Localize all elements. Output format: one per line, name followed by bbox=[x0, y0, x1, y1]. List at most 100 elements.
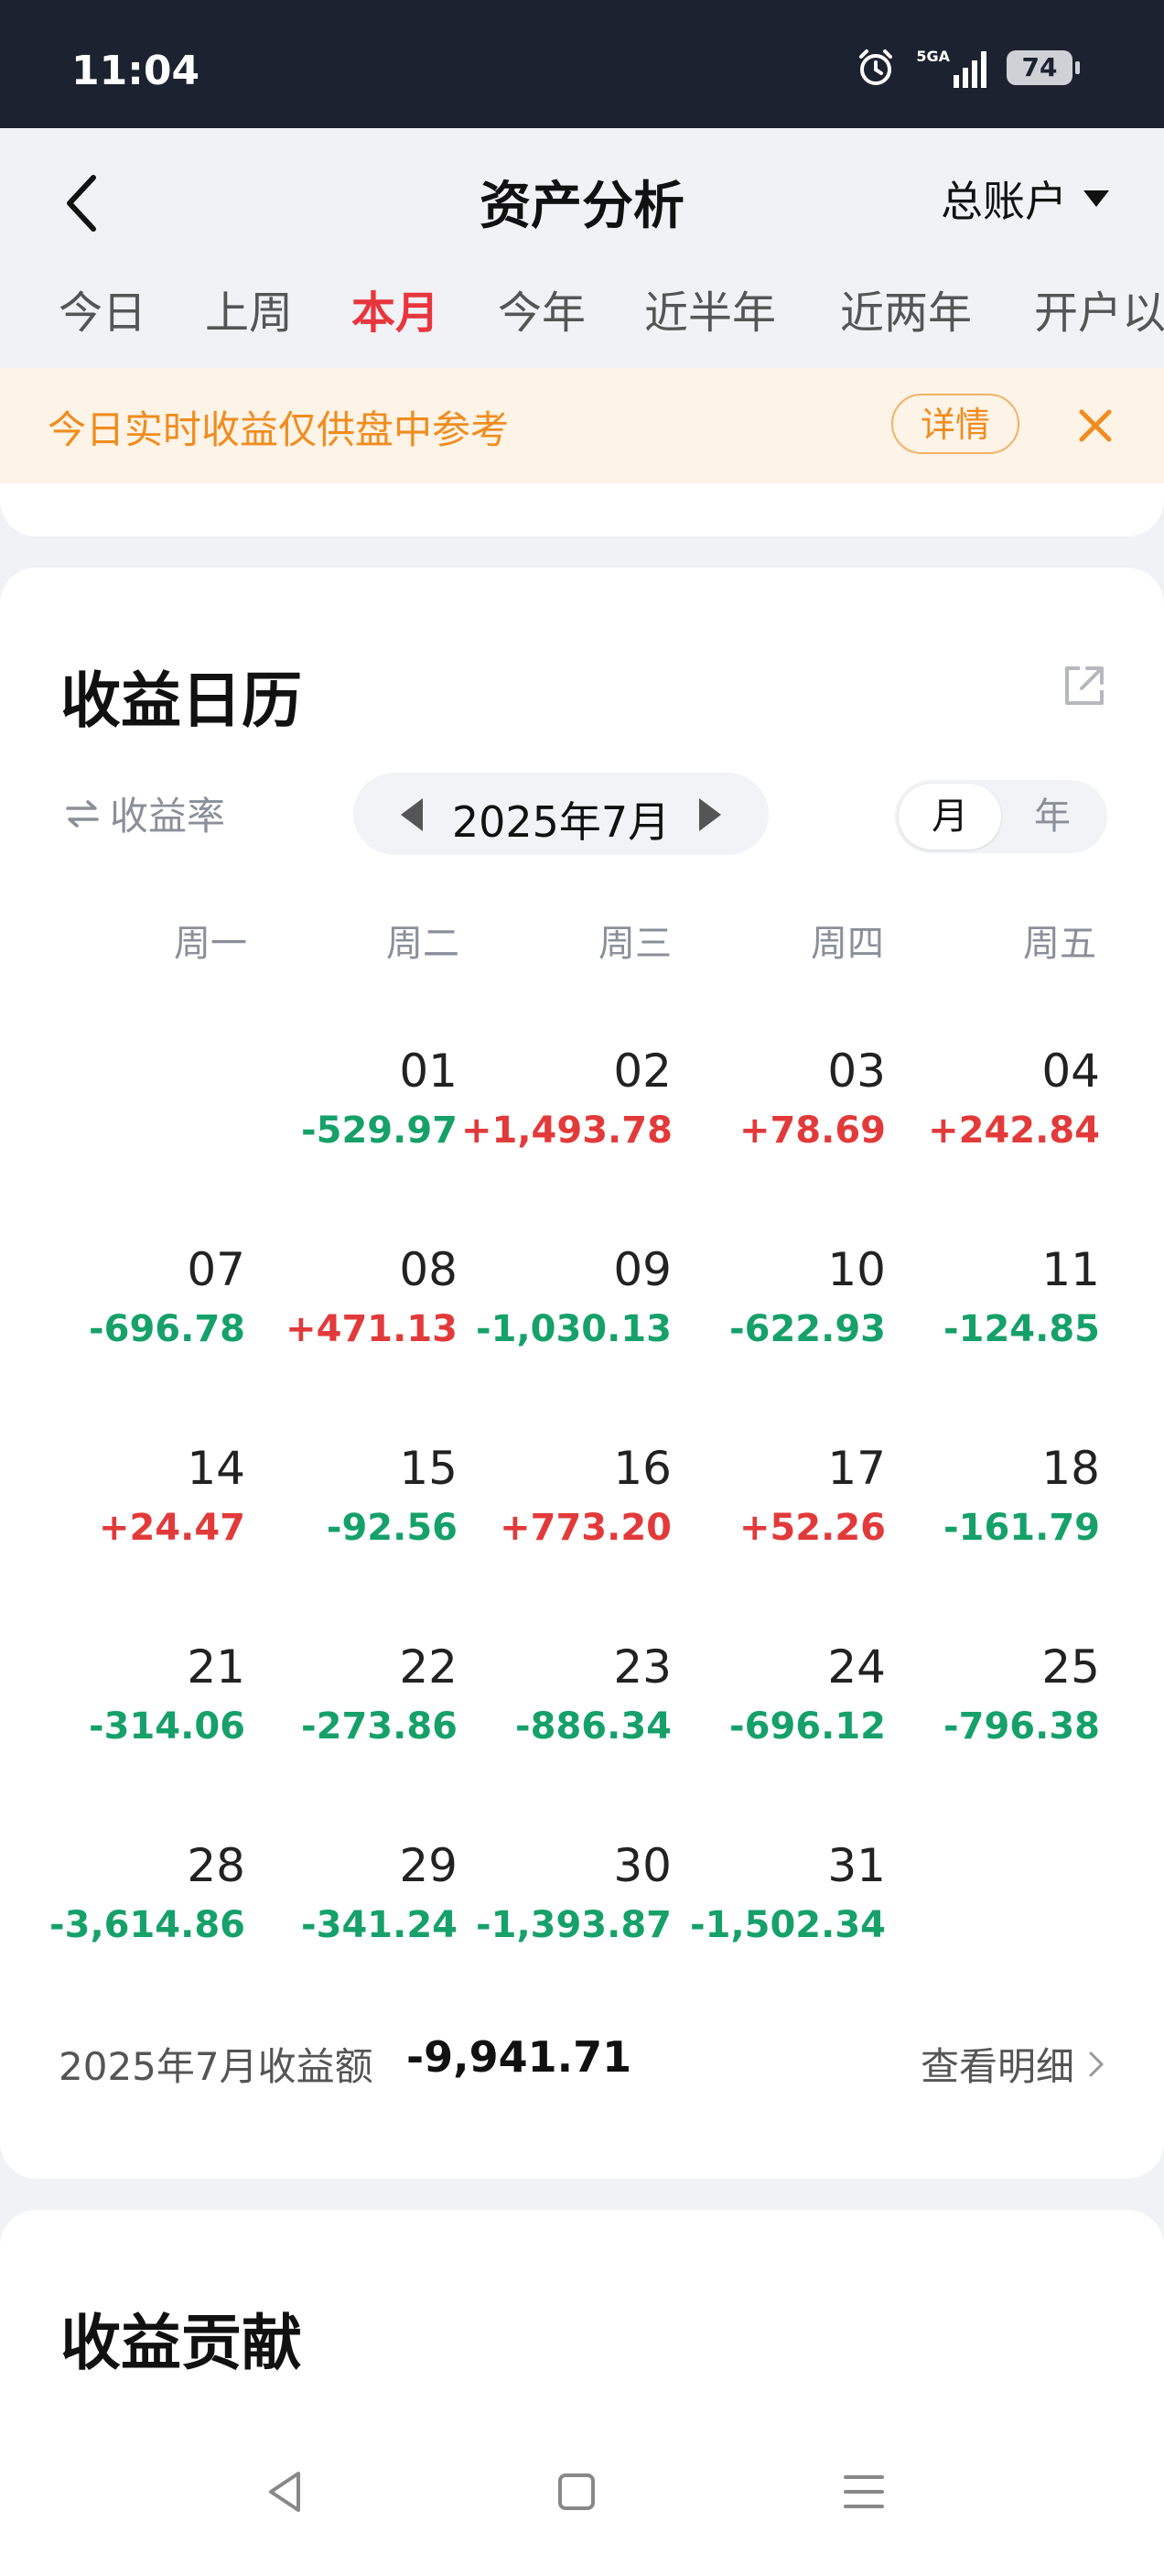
day-number: 15 bbox=[399, 1442, 458, 1495]
day-number: 31 bbox=[827, 1839, 886, 1892]
calendar-day[interactable]: 23 -886.34 bbox=[461, 1640, 672, 1749]
tab-since-open[interactable]: 开户以 bbox=[1034, 276, 1164, 341]
tab-this-month[interactable]: 本月 bbox=[351, 276, 439, 341]
calendar-day[interactable]: 15 -92.56 bbox=[247, 1441, 458, 1551]
day-number: 22 bbox=[399, 1640, 458, 1694]
app-bar: 资产分析 总账户 今日 上周 本月 今年 近半年 近两年 开户以 bbox=[0, 128, 1164, 403]
swap-icon bbox=[66, 799, 99, 828]
calendar-day[interactable]: 21 -314.06 bbox=[35, 1640, 245, 1749]
day-profit: -1,030.13 bbox=[476, 1308, 672, 1350]
day-number: 03 bbox=[827, 1044, 886, 1098]
day-profit: -273.86 bbox=[301, 1705, 458, 1748]
next-month-icon[interactable] bbox=[699, 798, 721, 831]
calendar-day[interactable]: 04 +242.84 bbox=[889, 1044, 1100, 1153]
calendar-day[interactable]: 30 -1,393.87 bbox=[461, 1838, 672, 1948]
day-profit: -622.93 bbox=[729, 1308, 886, 1350]
calendar-day[interactable]: 25 -796.38 bbox=[889, 1640, 1100, 1749]
calendar-day[interactable]: 07 -696.78 bbox=[35, 1242, 245, 1352]
tab-last-week[interactable]: 上周 bbox=[205, 276, 293, 341]
day-number: 21 bbox=[187, 1640, 245, 1694]
share-icon[interactable] bbox=[1060, 663, 1107, 710]
day-profit: -341.24 bbox=[301, 1904, 458, 1946]
day-profit: -696.12 bbox=[729, 1705, 886, 1748]
month-navigator: 2025年7月 bbox=[353, 773, 769, 855]
day-number: 01 bbox=[399, 1044, 458, 1098]
day-number: 16 bbox=[613, 1442, 672, 1495]
calendar-day[interactable]: 11 -124.85 bbox=[889, 1242, 1100, 1352]
weekday-label: 周四 bbox=[811, 923, 884, 965]
account-label: 总账户 bbox=[941, 177, 1067, 226]
weekday-label: 周五 bbox=[1023, 923, 1096, 965]
calendar-day[interactable]: 24 -696.12 bbox=[675, 1640, 886, 1749]
day-number: 30 bbox=[613, 1839, 672, 1892]
day-profit: -696.78 bbox=[89, 1308, 245, 1350]
day-number: 10 bbox=[827, 1243, 886, 1296]
calendar-day[interactable]: 09 -1,030.13 bbox=[461, 1242, 672, 1352]
day-profit: +242.84 bbox=[928, 1109, 1100, 1152]
card-title: 收益日历 bbox=[60, 666, 302, 736]
day-number: 23 bbox=[613, 1640, 672, 1694]
notice-banner: 今日实时收益仅供盘中参考 详情 bbox=[0, 368, 1164, 483]
calendar-day[interactable]: 28 -3,614.86 bbox=[35, 1838, 245, 1948]
calendar-day[interactable]: 02 +1,493.78 bbox=[461, 1044, 673, 1153]
day-profit: -1,393.87 bbox=[476, 1904, 672, 1946]
view-details-label: 查看明细 bbox=[920, 2044, 1074, 2089]
home-nav-icon[interactable] bbox=[549, 2464, 604, 2519]
calendar-day[interactable]: 01 -529.97 bbox=[247, 1044, 458, 1153]
calendar-day[interactable]: 31 -1,502.34 bbox=[675, 1838, 886, 1948]
day-number: 09 bbox=[613, 1243, 672, 1296]
tab-half-year[interactable]: 近半年 bbox=[644, 276, 776, 341]
close-icon[interactable] bbox=[1072, 403, 1118, 449]
day-profit: -886.34 bbox=[515, 1705, 672, 1748]
calendar-day[interactable]: 29 -341.24 bbox=[247, 1838, 458, 1948]
calendar-day[interactable]: 18 -161.79 bbox=[889, 1441, 1100, 1551]
rate-toggle-label: 收益率 bbox=[110, 794, 226, 839]
menu-nav-icon[interactable] bbox=[836, 2464, 891, 2519]
caret-down-icon bbox=[1083, 190, 1109, 207]
calendar-day[interactable]: 16 +773.20 bbox=[461, 1441, 672, 1551]
calendar-day[interactable]: 03 +78.69 bbox=[675, 1044, 886, 1153]
weekday-label: 周一 bbox=[174, 923, 247, 965]
day-profit: -529.97 bbox=[301, 1109, 458, 1152]
day-number: 24 bbox=[827, 1640, 886, 1694]
period-tabs: 今日 上周 本月 今年 近半年 近两年 开户以 bbox=[0, 276, 1164, 350]
day-number: 07 bbox=[187, 1243, 245, 1296]
day-profit: +24.47 bbox=[98, 1507, 245, 1549]
day-number: 25 bbox=[1041, 1640, 1100, 1694]
day-profit: -314.06 bbox=[89, 1705, 245, 1748]
view-details-link[interactable]: 查看明细 bbox=[921, 2036, 1105, 2092]
alarm-icon bbox=[859, 49, 893, 85]
back-nav-icon[interactable] bbox=[258, 2464, 313, 2519]
day-profit: -161.79 bbox=[943, 1507, 1100, 1549]
summary-value: -9,941.71 bbox=[406, 2032, 632, 2082]
day-profit: -1,502.34 bbox=[690, 1904, 886, 1946]
calendar-day[interactable]: 10 -622.93 bbox=[675, 1242, 886, 1352]
day-number: 28 bbox=[187, 1839, 245, 1892]
tab-two-years[interactable]: 近两年 bbox=[840, 276, 972, 341]
day-profit: -796.38 bbox=[943, 1705, 1100, 1748]
tab-this-year[interactable]: 今年 bbox=[498, 276, 586, 341]
view-segmented-control: 月 年 bbox=[895, 780, 1107, 853]
seg-year[interactable]: 年 bbox=[1001, 784, 1104, 850]
network-type: 5GA bbox=[916, 48, 950, 65]
tab-today[interactable]: 今日 bbox=[59, 276, 146, 341]
notice-details-button[interactable]: 详情 bbox=[891, 394, 1019, 454]
calendar-day[interactable]: 08 +471.13 bbox=[247, 1242, 458, 1352]
weekday-label: 周二 bbox=[386, 923, 459, 965]
calendar-day[interactable]: 17 +52.26 bbox=[675, 1441, 886, 1551]
day-profit: -3,614.86 bbox=[49, 1904, 245, 1946]
status-bar: 11:04 5GA 74 bbox=[0, 0, 1164, 128]
calendar-day[interactable]: 22 -273.86 bbox=[247, 1640, 458, 1749]
day-number: 08 bbox=[399, 1243, 458, 1296]
status-time: 11:04 bbox=[71, 48, 200, 94]
calendar-day[interactable]: 14 +24.47 bbox=[35, 1441, 245, 1551]
rate-toggle[interactable]: 收益率 bbox=[64, 785, 225, 841]
account-selector[interactable]: 总账户 bbox=[941, 168, 1109, 229]
seg-month[interactable]: 月 bbox=[899, 784, 1001, 850]
day-number: 18 bbox=[1041, 1442, 1100, 1495]
day-profit: +1,493.78 bbox=[461, 1109, 673, 1152]
day-number: 04 bbox=[1041, 1044, 1100, 1098]
day-profit: -124.85 bbox=[943, 1308, 1100, 1350]
profit-calendar-card: 收益日历 收益率 2025年7月 月 年 周一 周二 周三 周四 周五 01 -5… bbox=[0, 568, 1164, 2179]
day-number: 29 bbox=[399, 1839, 458, 1892]
